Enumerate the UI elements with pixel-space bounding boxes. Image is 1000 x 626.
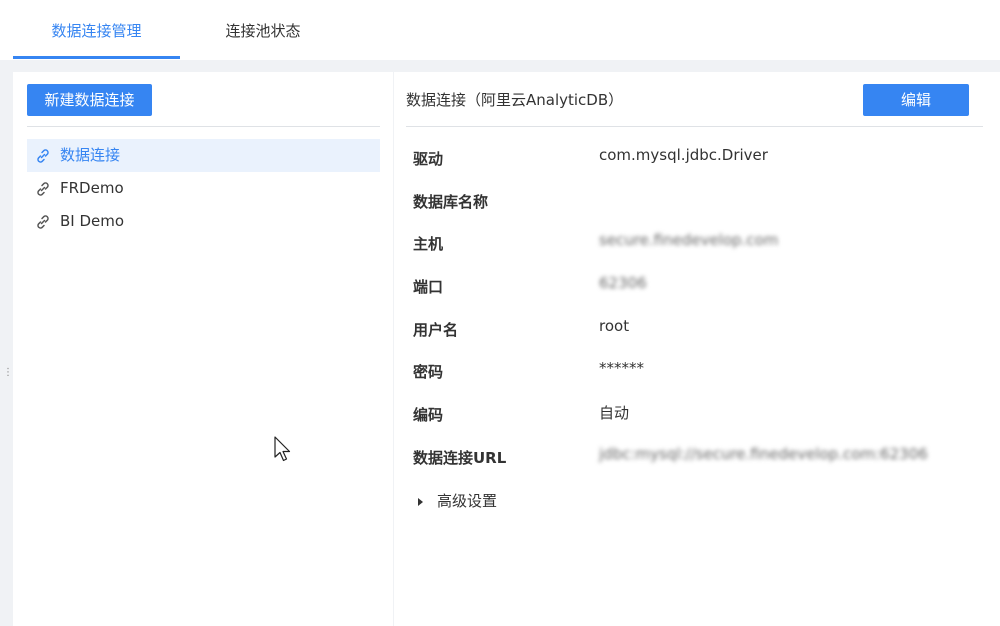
connection-name: FRDemo <box>60 179 124 197</box>
property-row-driver: 驱动 com.mysql.jdbc.Driver <box>394 136 1000 179</box>
connection-list-panel: 新建数据连接 数据连接 FRDemo BI Demo <box>13 72 393 626</box>
property-label: 编码 <box>413 406 444 425</box>
connection-item[interactable]: 数据连接 <box>27 139 380 172</box>
property-row-host: 主机 secure.finedevelop.com <box>394 221 1000 264</box>
detail-header: 数据连接（阿里云AnalyticDB） 编辑 <box>406 84 983 116</box>
link-icon <box>37 149 49 163</box>
tab-bar: 数据连接管理 连接池状态 <box>0 0 1000 60</box>
property-label: 端口 <box>413 278 444 297</box>
property-value: com.mysql.jdbc.Driver <box>599 146 768 164</box>
property-row-password: 密码 ****** <box>394 349 1000 392</box>
property-row-username: 用户名 root <box>394 307 1000 350</box>
connection-item[interactable]: FRDemo <box>27 172 380 205</box>
connection-item[interactable]: BI Demo <box>27 205 380 238</box>
connection-title: 数据连接（阿里云AnalyticDB） <box>406 91 624 109</box>
tab-pool-status[interactable]: 连接池状态 <box>180 0 346 60</box>
property-value: secure.finedevelop.com <box>599 231 779 250</box>
advanced-settings-label: 高级设置 <box>437 492 498 510</box>
divider <box>406 126 983 127</box>
splitter-grip-icon[interactable]: ⋮⋮ <box>3 368 22 388</box>
property-label: 密码 <box>413 363 444 382</box>
property-label: 主机 <box>413 235 444 254</box>
connection-list: 数据连接 FRDemo BI Demo <box>27 139 380 238</box>
property-label: 数据连接URL <box>413 448 507 467</box>
property-row-url: 数据连接URL jdbc:mysql://secure.finedevelop.… <box>394 435 1000 478</box>
property-value: 62306 <box>599 274 647 293</box>
link-icon <box>37 215 49 229</box>
divider <box>27 126 380 127</box>
property-label: 驱动 <box>413 150 444 168</box>
active-tab-indicator <box>13 56 180 59</box>
caret-right-icon <box>418 497 423 506</box>
advanced-settings-toggle[interactable]: 高级设置 <box>418 489 497 513</box>
link-icon <box>37 182 49 196</box>
connection-detail-panel: 数据连接（阿里云AnalyticDB） 编辑 驱动 com.mysql.jdbc… <box>394 72 1000 626</box>
edit-button[interactable]: 编辑 <box>863 84 969 116</box>
property-row-port: 端口 62306 <box>394 264 1000 307</box>
property-value: 自动 <box>599 404 630 423</box>
property-value: ****** <box>599 359 644 378</box>
tab-connection-management[interactable]: 数据连接管理 <box>13 0 180 60</box>
connection-name: 数据连接 <box>60 146 121 164</box>
property-list: 驱动 com.mysql.jdbc.Driver 数据库名称 主机 secure… <box>394 136 1000 478</box>
property-value: jdbc:mysql://secure.finedevelop.com:6230… <box>599 444 928 463</box>
connection-name: BI Demo <box>60 212 125 230</box>
new-connection-button[interactable]: 新建数据连接 <box>27 84 152 116</box>
property-row-encoding: 编码 自动 <box>394 392 1000 435</box>
property-value: root <box>599 316 630 335</box>
property-label: 数据库名称 <box>413 192 489 211</box>
property-label: 用户名 <box>413 320 459 339</box>
mouse-pointer-icon <box>274 436 291 462</box>
property-row-database: 数据库名称 <box>394 179 1000 222</box>
